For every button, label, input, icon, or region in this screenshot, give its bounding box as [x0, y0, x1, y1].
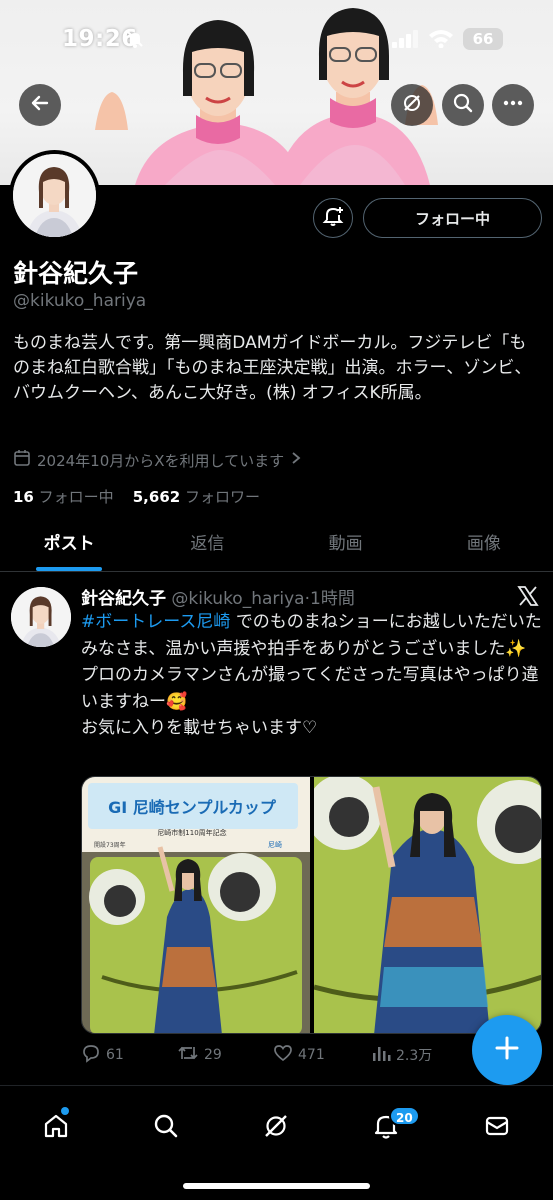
home-indicator: [183, 1183, 370, 1189]
more-button[interactable]: [492, 84, 534, 126]
followers-label: フォロワー: [184, 488, 260, 506]
nav-grok[interactable]: [258, 1110, 294, 1146]
avatar-image: [13, 154, 96, 237]
repost-count: 29: [204, 1047, 222, 1063]
repost-button[interactable]: 29: [177, 1043, 222, 1067]
profile-tabs: ポスト 返信 動画 画像: [0, 520, 553, 572]
post-avatar[interactable]: [11, 587, 71, 647]
post-media[interactable]: 尼崎市制110周年記念 GI 尼崎センプルカップ 開設73周年 尼崎: [81, 776, 542, 1034]
home-icon: [42, 1112, 70, 1144]
reply-button[interactable]: 61: [81, 1043, 124, 1067]
following-button[interactable]: フォロー中: [363, 198, 542, 238]
views-button[interactable]: 2.3万: [371, 1043, 432, 1067]
x-logo-icon: [517, 585, 539, 611]
joined-date[interactable]: 2024年10月からXを利用しています: [13, 449, 302, 471]
nav-search[interactable]: [148, 1110, 184, 1146]
home-unread-dot: [61, 1107, 69, 1115]
calendar-icon: [13, 449, 31, 471]
profile-name: 針谷紀久子: [13, 259, 139, 288]
like-button[interactable]: 471: [273, 1043, 325, 1067]
follow-stats: 16 フォロー中 5,662 フォロワー: [13, 486, 260, 507]
back-button[interactable]: [19, 84, 61, 126]
like-count: 471: [298, 1047, 325, 1063]
status-bar: 19:26 66: [0, 0, 553, 80]
like-icon: [273, 1043, 293, 1067]
post-text: #ボートレース尼崎 でのものまねショーにお越しいただいたみなさま、温かい声援や拍…: [81, 609, 546, 742]
followers-link[interactable]: 5,662 フォロワー: [133, 488, 260, 506]
profile-bio: ものまね芸人です。第一興商DAMガイドボーカル。フジテレビ「ものまね紅白歌合戦」…: [13, 333, 532, 403]
profile-avatar[interactable]: [9, 150, 100, 241]
profile-handle: @kikuko_hariya: [13, 291, 147, 311]
joined-text: 2024年10月からXを利用しています: [37, 451, 285, 470]
silent-mode-icon: [125, 29, 145, 53]
tab-images[interactable]: 画像: [415, 520, 553, 571]
views-icon: [371, 1043, 391, 1067]
sign-anniv-text: 開設73周年: [94, 841, 126, 849]
post-text-line-3: お気に入りを載せちゃいます♡: [81, 718, 318, 738]
chevron-right-icon: [290, 451, 302, 469]
followers-count: 5,662: [132, 488, 181, 506]
bell-plus-icon: [322, 205, 344, 231]
post-time: ·1時間: [304, 589, 355, 609]
following-count: 16: [13, 488, 34, 506]
reply-icon: [81, 1043, 101, 1067]
notify-button[interactable]: [313, 198, 353, 238]
views-count: 2.3万: [396, 1048, 433, 1064]
following-label: フォロー中: [38, 488, 114, 506]
post-photo-2[interactable]: [314, 777, 541, 1033]
post-photo-1[interactable]: 尼崎市制110周年記念 GI 尼崎センプルカップ 開設73周年 尼崎: [82, 777, 310, 1033]
post-text-line-2: プロのカメラマンさんが撮ってくださった写真はやっぱり違いますねー🥰: [81, 665, 539, 712]
grok-icon: [401, 92, 423, 118]
compose-button[interactable]: [472, 1015, 542, 1085]
repost-icon: [177, 1043, 199, 1067]
sign-sub-text: 尼崎市制110周年記念: [157, 828, 226, 837]
nav-messages[interactable]: [479, 1110, 515, 1146]
tab-posts[interactable]: ポスト: [0, 520, 138, 571]
nav-home[interactable]: [38, 1110, 74, 1146]
post-author-handle[interactable]: @kikuko_hariya: [171, 589, 304, 609]
back-arrow-icon: [29, 92, 51, 118]
sign-main-text: GI 尼崎センプルカップ: [108, 798, 277, 817]
cellular-signal-icon: [392, 30, 420, 52]
reply-count: 61: [106, 1047, 124, 1063]
search-icon: [452, 92, 474, 118]
wifi-icon: [428, 28, 454, 52]
notifications-badge: 20: [389, 1106, 420, 1126]
sign-brand-text: 尼崎: [268, 840, 282, 849]
grok-icon: [262, 1112, 290, 1144]
search-button[interactable]: [442, 84, 484, 126]
tab-videos[interactable]: 動画: [277, 520, 415, 571]
post-author-name[interactable]: 針谷紀久子: [81, 589, 166, 609]
tab-replies[interactable]: 返信: [138, 520, 276, 571]
post-actions: 61 29 471 2.3万: [81, 1043, 481, 1069]
mail-icon: [483, 1112, 511, 1144]
plus-icon: [493, 1034, 521, 1066]
battery-indicator: 66: [463, 28, 503, 50]
more-icon: [502, 92, 524, 118]
following-link[interactable]: 16 フォロー中: [13, 488, 114, 506]
post-header: 針谷紀久子 @kikuko_hariya·1時間: [81, 584, 355, 609]
post-avatar-image: [11, 587, 71, 647]
post-hashtag[interactable]: #ボートレース尼崎: [81, 612, 230, 632]
search-icon: [152, 1112, 180, 1144]
grok-button[interactable]: [391, 84, 433, 126]
